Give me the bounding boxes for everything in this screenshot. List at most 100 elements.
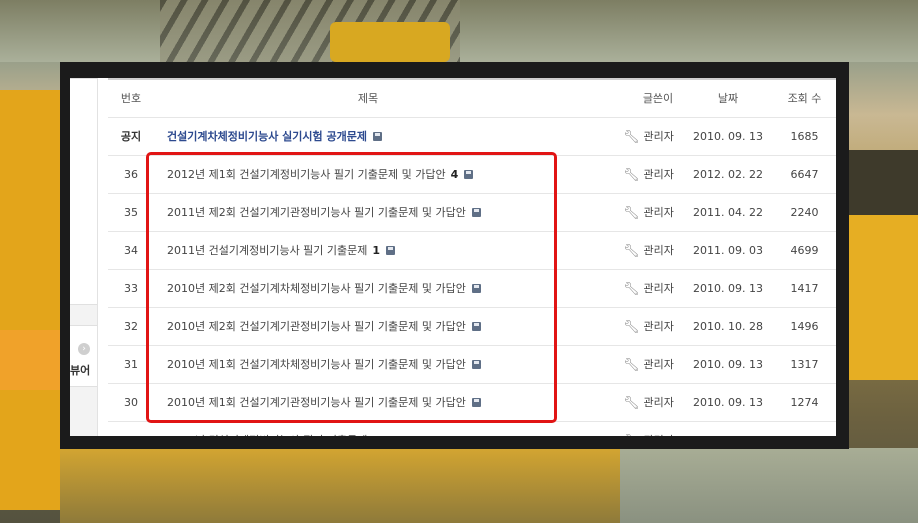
wrench-icon: 🔧︎ xyxy=(623,206,640,221)
row-title-cell: 2011년 건설기계정비기능사 필기 기출문제 1 xyxy=(167,232,627,269)
post-title-link[interactable]: 2011년 제2회 건설기계기관정비기능사 필기 기출문제 및 가답안 xyxy=(167,206,466,219)
row-date: 2010. 10. 28 xyxy=(693,320,763,333)
row-title-cell: 2010년 제1회 건설기계기관정비기능사 필기 기출문제 및 가답안 xyxy=(167,384,627,421)
row-views: 1685 xyxy=(790,130,819,143)
author-name[interactable]: 관리자 xyxy=(644,396,674,409)
row-author: 🔧︎ 관리자 xyxy=(623,308,703,345)
background-water xyxy=(620,448,918,523)
row-num: 29 xyxy=(108,422,154,436)
wrench-icon: 🔧︎ xyxy=(623,282,640,297)
author-name[interactable]: 관리자 xyxy=(644,434,674,436)
row-author: 🔧︎ 관리자 xyxy=(623,156,703,193)
wrench-icon: 🔧︎ xyxy=(623,423,640,436)
row-date: 2010. 09. 13 xyxy=(693,358,763,371)
row-date: 2010. 09. 13 xyxy=(693,396,763,409)
row-views: 6647 xyxy=(790,168,819,181)
row-title-cell: 2010년 제1회 건설기계차체정비기능사 필기 기출문제 및 가답안 xyxy=(167,346,627,383)
post-title-link[interactable]: 2012년 제1회 건설기계정비기능사 필기 기출문제 및 가답안 xyxy=(167,168,446,181)
row-title-cell: 2012년 제1회 건설기계정비기능사 필기 기출문제 및 가답안 4 xyxy=(167,156,627,193)
background-dark-structure xyxy=(848,150,918,220)
wrench-icon: 🔧︎ xyxy=(623,168,640,183)
notice-row: 공지 건설기계차체정비기능사 실기시험 공개문제 🔧︎ 관리자 2010. 09. 13… xyxy=(108,118,836,156)
header-views[interactable]: 조회 수 xyxy=(773,80,836,117)
table-row: 35 2011년 제2회 건설기계기관정비기능사 필기 기출문제 및 가답안 🔧︎ 관… xyxy=(108,194,836,232)
row-author: 🔧︎ 관리자 xyxy=(623,346,703,383)
author-name[interactable]: 관리자 xyxy=(644,130,674,143)
row-author: 🔧︎ 관리자 xyxy=(623,194,703,231)
row-title-cell: 2011년 제2회 건설기계기관정비기능사 필기 기출문제 및 가답안 xyxy=(167,194,627,231)
row-title-cell: 2010년 제2회 건설기계기관정비기능사 필기 기출문제 및 가답안 xyxy=(167,308,627,345)
row-title-cell: 2010년 건설기계정비기능사 필기 기출문제 xyxy=(167,422,627,436)
post-title-link[interactable]: 2011년 건설기계정비기능사 필기 기출문제 xyxy=(167,244,367,257)
post-title-link[interactable]: 건설기계차체정비기능사 실기시험 공개문제 xyxy=(167,130,367,143)
table-row: 31 2010년 제1회 건설기계차체정비기능사 필기 기출문제 및 가답안 🔧︎ 관… xyxy=(108,346,836,384)
background-machine xyxy=(330,22,450,62)
row-views: 1274 xyxy=(790,396,819,409)
row-views: 1417 xyxy=(790,282,819,295)
table-row: 30 2010년 제1회 건설기계기관정비기능사 필기 기출문제 및 가답안 🔧︎ 관… xyxy=(108,384,836,422)
author-name[interactable]: 관리자 xyxy=(644,358,674,371)
table-row: 36 2012년 제1회 건설기계정비기능사 필기 기출문제 및 가답안 4 🔧︎ 관리… xyxy=(108,156,836,194)
wrench-icon: 🔧︎ xyxy=(623,130,640,145)
save-icon xyxy=(386,246,396,255)
table-row: 29 2010년 건설기계정비기능사 필기 기출문제 🔧︎ 관리자 2011. 09. … xyxy=(108,422,836,436)
post-title-link[interactable]: 2010년 제1회 건설기계차체정비기능사 필기 기출문제 및 가답안 xyxy=(167,358,466,371)
wrench-icon: 🔧︎ xyxy=(623,358,640,373)
table-row: 33 2010년 제2회 건설기계차체정비기능사 필기 기출문제 및 가답안 🔧︎ 관… xyxy=(108,270,836,308)
row-date: 2011. 09. 03 xyxy=(693,244,763,257)
author-name[interactable]: 관리자 xyxy=(644,282,674,295)
background-yellow-barge xyxy=(848,215,918,380)
row-date: 2010. 09. 13 xyxy=(693,282,763,295)
header-title[interactable]: 제목 xyxy=(148,80,588,117)
wrench-icon: 🔧︎ xyxy=(623,396,640,411)
row-num: 공지 xyxy=(120,130,142,143)
row-views: 4699 xyxy=(790,244,819,257)
row-num: 32 xyxy=(124,320,138,333)
author-name[interactable]: 관리자 xyxy=(644,244,674,257)
post-title-link[interactable]: 2010년 건설기계정비기능사 필기 기출문제 xyxy=(167,434,367,436)
wrench-icon: 🔧︎ xyxy=(623,244,640,259)
table-body: 공지 건설기계차체정비기능사 실기시험 공개문제 🔧︎ 관리자 2010. 09. 13… xyxy=(108,118,836,436)
row-num: 30 xyxy=(124,396,138,409)
row-num: 36 xyxy=(124,168,138,181)
table-header: 번호 제목 글쓴이 날짜 조회 수 xyxy=(108,78,836,118)
row-num: 34 xyxy=(124,244,138,257)
chevron-right-icon[interactable]: › xyxy=(78,343,90,355)
row-author: 🔧︎ 관리자 xyxy=(623,118,703,155)
author-name[interactable]: 관리자 xyxy=(644,168,674,181)
post-title-link[interactable]: 2010년 제2회 건설기계기관정비기능사 필기 기출문제 및 가답안 xyxy=(167,320,466,333)
post-title-link[interactable]: 2010년 제2회 건설기계차체정비기능사 필기 기출문제 및 가답안 xyxy=(167,282,466,295)
wrench-icon: 🔧︎ xyxy=(623,320,640,335)
comment-count: 1 xyxy=(372,244,381,257)
row-author: 🔧︎ 관리자 xyxy=(623,422,703,436)
row-views: 1496 xyxy=(790,320,819,333)
save-icon xyxy=(471,208,481,217)
row-views: 1317 xyxy=(790,358,819,371)
row-title-cell: 건설기계차체정비기능사 실기시험 공개문제 xyxy=(167,118,627,155)
board-page: › 뷰어 번호 제목 글쓴이 날짜 조회 수 공지 건설기계차체정비기능사 실기시… xyxy=(70,78,836,436)
row-title-cell: 2010년 제2회 건설기계차체정비기능사 필기 기출문제 및 가답안 xyxy=(167,270,627,307)
row-num: 31 xyxy=(124,358,138,371)
background-yellow-equipment xyxy=(0,90,60,510)
header-author[interactable]: 글쓴이 xyxy=(628,80,688,117)
author-name[interactable]: 관리자 xyxy=(644,320,674,333)
row-author: 🔧︎ 관리자 xyxy=(623,270,703,307)
background-orange-part xyxy=(0,330,60,390)
row-views: 2240 xyxy=(790,206,819,219)
left-sidebar: › 뷰어 xyxy=(70,78,98,436)
sidebar-fragment-text: 뷰어 xyxy=(70,364,91,377)
save-icon xyxy=(464,170,474,179)
post-title-link[interactable]: 2010년 제1회 건설기계기관정비기능사 필기 기출문제 및 가답안 xyxy=(167,396,466,409)
row-date: 2010. 09. 13 xyxy=(693,130,763,143)
row-author: 🔧︎ 관리자 xyxy=(623,232,703,269)
author-name[interactable]: 관리자 xyxy=(644,206,674,219)
comment-count: 4 xyxy=(450,168,459,181)
row-num: 35 xyxy=(124,206,138,219)
save-icon xyxy=(372,132,382,141)
header-date[interactable]: 날짜 xyxy=(693,80,763,117)
row-num: 33 xyxy=(124,282,138,295)
row-date: 2012. 02. 22 xyxy=(693,168,763,181)
table-row: 34 2011년 건설기계정비기능사 필기 기출문제 1 🔧︎ 관리자 2011. 09.… xyxy=(108,232,836,270)
save-icon xyxy=(471,398,481,407)
row-views: 2470 xyxy=(773,422,836,436)
